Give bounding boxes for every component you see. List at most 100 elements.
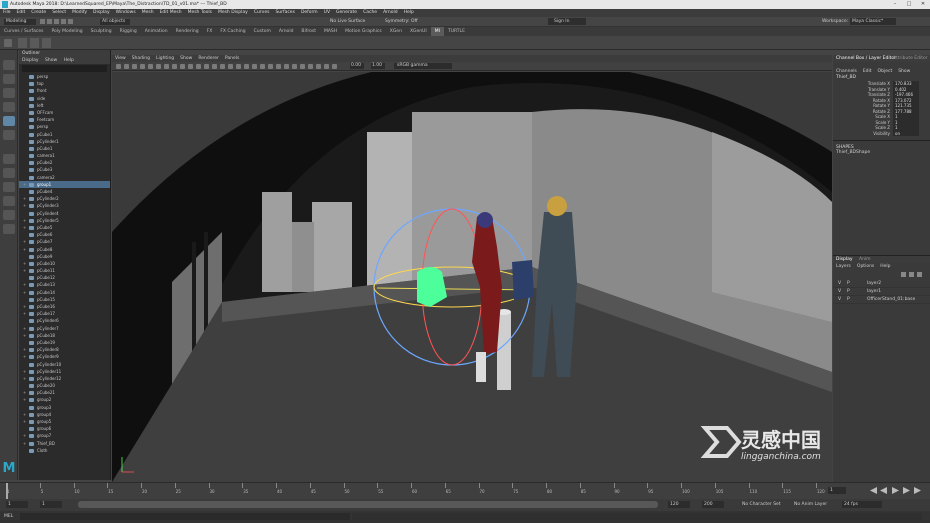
- play-back-icon[interactable]: [880, 487, 887, 494]
- channel-menu-edit[interactable]: Edit: [863, 69, 872, 74]
- shelf-tab-fx[interactable]: FX: [203, 27, 217, 36]
- viewport-tool-icon[interactable]: [132, 64, 137, 69]
- outliner-item[interactable]: + pCube17: [19, 310, 110, 317]
- outliner-item[interactable]: + pCylinder12: [19, 375, 110, 382]
- outliner-item[interactable]: pCube15: [19, 296, 110, 303]
- layer-visibility-toggle[interactable]: V: [838, 288, 841, 296]
- outliner-item[interactable]: group3: [19, 404, 110, 411]
- menu-curves[interactable]: Curves: [254, 9, 270, 17]
- graph-layout-icon[interactable]: [3, 224, 15, 234]
- outliner-item[interactable]: persp: [19, 73, 110, 80]
- layer-menu-layers[interactable]: Layers: [836, 264, 851, 269]
- gamma-field[interactable]: 1.00: [371, 63, 385, 69]
- menu-modify[interactable]: Modify: [72, 9, 87, 17]
- viewport-tool-icon[interactable]: [332, 64, 337, 69]
- outliner-item[interactable]: side: [19, 95, 110, 102]
- tab-attribute-editor[interactable]: Attribute Editor: [893, 55, 928, 62]
- outliner-item[interactable]: + pCylinder2: [19, 195, 110, 202]
- play-forward-icon[interactable]: [892, 487, 899, 494]
- layer-row[interactable]: V Player1: [833, 288, 930, 296]
- 3d-viewport[interactable]: 灵感中国 lingganchina.com: [112, 72, 832, 482]
- outliner-item[interactable]: pCube12: [19, 274, 110, 281]
- shelf-settings-icon[interactable]: [4, 39, 12, 47]
- viewport-tool-icon[interactable]: [180, 64, 185, 69]
- layer-visibility-toggle[interactable]: V: [838, 296, 841, 304]
- mel-input[interactable]: [20, 513, 350, 520]
- channel-menu-channels[interactable]: Channels: [836, 69, 857, 74]
- menu-surfaces[interactable]: Surfaces: [275, 9, 295, 17]
- viewport-tool-icon[interactable]: [300, 64, 305, 69]
- sign-in-button[interactable]: Sign In: [548, 18, 586, 25]
- menu-mesh[interactable]: Mesh: [142, 9, 154, 17]
- character-set-dropdown[interactable]: No Character Set: [742, 501, 790, 508]
- outliner-menu-display[interactable]: Display: [22, 58, 39, 63]
- outliner-search-input[interactable]: [22, 65, 107, 72]
- shelf-tab-bifrost[interactable]: Bifrost: [297, 27, 320, 36]
- time-slider[interactable]: 1 5 10 15 20 25 30 35 40 45 50 55 60 65 70 75 80 85 90 95 10…: [0, 482, 930, 499]
- layer-playback-toggle[interactable]: P: [847, 280, 850, 288]
- go-to-end-icon[interactable]: [914, 487, 921, 494]
- outliner-item[interactable]: persp: [19, 123, 110, 130]
- channel-value[interactable]: on: [893, 130, 919, 136]
- outliner-item[interactable]: pCube2: [19, 159, 110, 166]
- outliner-layout-icon[interactable]: [3, 210, 15, 220]
- menu-select[interactable]: Select: [52, 9, 66, 17]
- layout-side-icon[interactable]: [3, 182, 15, 192]
- outliner-item[interactable]: pCube1: [19, 145, 110, 152]
- outliner-item[interactable]: + pCube13: [19, 281, 110, 288]
- shelf-tab-motion-graphics[interactable]: Motion Graphics: [341, 27, 386, 36]
- menu-cache[interactable]: Cache: [363, 9, 377, 17]
- viewport-tool-icon[interactable]: [124, 64, 129, 69]
- tab-display-layers[interactable]: Display: [836, 256, 853, 263]
- colorspace-dropdown[interactable]: sRGB gamma: [394, 63, 452, 69]
- menu-mesh-display[interactable]: Mesh Display: [218, 9, 248, 17]
- outliner-item[interactable]: pCube3: [19, 166, 110, 173]
- layer-visibility-toggle[interactable]: V: [838, 280, 841, 288]
- layer-playback-toggle[interactable]: P: [847, 288, 850, 296]
- current-time-marker[interactable]: [6, 483, 8, 499]
- tab-anim-layers[interactable]: Anim: [859, 256, 871, 263]
- range-start-field[interactable]: 1: [40, 501, 62, 508]
- viewport-tool-icon[interactable]: [228, 64, 233, 69]
- live-surface-field[interactable]: No Live Surface: [330, 19, 370, 25]
- viewport-tool-icon[interactable]: [116, 64, 121, 69]
- new-layer-selected-icon[interactable]: [909, 272, 914, 277]
- viewport-tool-icon[interactable]: [284, 64, 289, 69]
- anim-start-field[interactable]: 1: [6, 501, 28, 508]
- menu-create[interactable]: Create: [31, 9, 46, 17]
- viewport-tool-icon[interactable]: [220, 64, 225, 69]
- scale-tool-icon[interactable]: [3, 130, 15, 140]
- viewport-tool-icon[interactable]: [204, 64, 209, 69]
- outliner-menu-help[interactable]: Help: [64, 58, 74, 63]
- outliner-item[interactable]: + pCube11: [19, 267, 110, 274]
- step-forward-icon[interactable]: [903, 487, 910, 494]
- shelf-tab-fx-caching[interactable]: FX Caching: [216, 27, 249, 36]
- exposure-field[interactable]: 0.00: [350, 63, 364, 69]
- menu-help[interactable]: Help: [404, 9, 414, 17]
- outliner-item[interactable]: + Thief_BD: [19, 440, 110, 447]
- viewport-menu-show[interactable]: Show: [180, 56, 192, 61]
- anim-end-field[interactable]: 200: [702, 501, 724, 508]
- outliner-item[interactable]: front: [19, 87, 110, 94]
- shelf-tab-xgen[interactable]: XGen: [386, 27, 406, 36]
- viewport-tool-icon[interactable]: [252, 64, 257, 69]
- viewport-tool-icon[interactable]: [188, 64, 193, 69]
- viewport-tool-icon[interactable]: [244, 64, 249, 69]
- shelf-tab-poly-modeling[interactable]: Poly Modeling: [48, 27, 87, 36]
- fps-dropdown[interactable]: 24 fps: [842, 501, 882, 508]
- maximize-button[interactable]: □: [902, 0, 916, 9]
- channel-menu-show[interactable]: Show: [898, 69, 910, 74]
- layer-playback-toggle[interactable]: P: [847, 296, 850, 304]
- menu-arnold[interactable]: Arnold: [383, 9, 398, 17]
- outliner-item[interactable]: pCube19: [19, 339, 110, 346]
- outliner-item[interactable]: + pCube14: [19, 289, 110, 296]
- shelf-tab-xgenui[interactable]: XGenUI: [406, 27, 431, 36]
- outliner-item[interactable]: + group1: [19, 180, 110, 188]
- paint-select-icon[interactable]: [3, 88, 15, 98]
- outliner-item[interactable]: top: [19, 80, 110, 87]
- select-filter-dropdown[interactable]: All objects: [100, 19, 130, 25]
- outliner-item[interactable]: + pCylinder9: [19, 353, 110, 360]
- viewport-tool-icon[interactable]: [236, 64, 241, 69]
- layer-menu-help[interactable]: Help: [880, 264, 890, 269]
- viewport-menu-shading[interactable]: Shading: [132, 56, 150, 61]
